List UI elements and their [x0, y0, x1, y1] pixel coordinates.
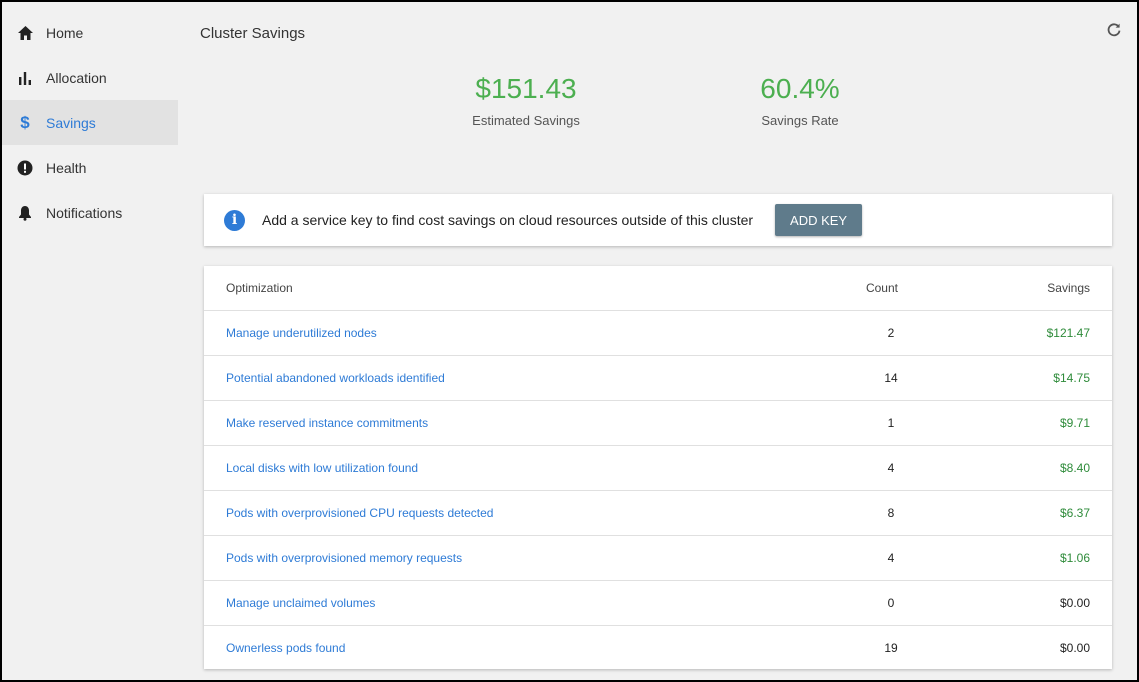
bar-chart-icon — [16, 69, 34, 87]
bell-icon — [16, 204, 34, 222]
sidebar: Home Allocation $ Savings Health Notific… — [2, 2, 178, 680]
info-icon: i — [224, 209, 245, 231]
app-window: Home Allocation $ Savings Health Notific… — [0, 0, 1139, 682]
estimated-savings-label: Estimated Savings — [472, 113, 580, 128]
column-header-savings[interactable]: Savings — [898, 266, 1112, 311]
sidebar-item-notifications[interactable]: Notifications — [2, 190, 178, 235]
count-cell: 0 — [676, 580, 898, 626]
savings-cell: $6.37 — [898, 490, 1112, 536]
count-cell: 8 — [676, 490, 898, 536]
table-row[interactable]: Potential abandoned workloads identified… — [204, 355, 1112, 401]
table-row[interactable]: Manage underutilized nodes 2 $121.47 — [204, 310, 1112, 356]
savings-cell: $0.00 — [898, 580, 1112, 626]
sidebar-item-health[interactable]: Health — [2, 145, 178, 190]
alert-circle-icon — [16, 159, 34, 177]
optimization-link[interactable]: Pods with overprovisioned memory request… — [204, 535, 676, 581]
count-value: 4 — [887, 461, 895, 475]
optimization-link[interactable]: Local disks with low utilization found — [204, 445, 676, 491]
optimizations-table-card: Optimization Count Savings Manage underu… — [204, 266, 1112, 669]
count-value: 4 — [887, 551, 895, 565]
sidebar-item-label: Allocation — [46, 69, 107, 86]
sidebar-item-label: Savings — [46, 114, 96, 131]
estimated-savings-stat: $151.43 Estimated Savings — [442, 73, 610, 129]
optimization-link[interactable]: Manage unclaimed volumes — [204, 580, 676, 626]
count-cell: 4 — [676, 535, 898, 581]
table-row[interactable]: Local disks with low utilization found 4… — [204, 445, 1112, 491]
optimization-link[interactable]: Make reserved instance commitments — [204, 400, 676, 446]
table-row[interactable]: Make reserved instance commitments 1 $9.… — [204, 400, 1112, 446]
refresh-icon[interactable] — [1103, 19, 1125, 41]
savings-cell: $0.00 — [1059, 641, 1090, 655]
dollar-icon: $ — [20, 112, 30, 132]
estimated-savings-value: $151.43 — [475, 73, 577, 104]
optimization-link[interactable]: Pods with overprovisioned CPU requests d… — [204, 490, 676, 536]
count-cell: 1 — [676, 400, 898, 446]
optimization-link[interactable]: Manage underutilized nodes — [204, 310, 676, 356]
count-value: 2 — [887, 326, 895, 340]
sidebar-item-label: Notifications — [46, 204, 123, 221]
table-row[interactable]: Pods with overprovisioned memory request… — [204, 535, 1112, 581]
sidebar-item-label: Home — [46, 24, 84, 41]
count-cell: 4 — [676, 445, 898, 491]
main-content: Cluster Savings $151.43 Estimated Saving… — [178, 2, 1137, 680]
count-value: 0 — [887, 596, 895, 610]
table-row[interactable]: Pods with overprovisioned CPU requests d… — [204, 490, 1112, 536]
sidebar-item-savings[interactable]: $ Savings — [2, 100, 178, 145]
savings-cell: $14.75 — [898, 355, 1112, 401]
count-cell: 19 — [676, 626, 898, 671]
table-row[interactable]: Ownerless pods found 19 $0.00 — [204, 626, 1112, 671]
savings-cell: $9.71 — [898, 400, 1112, 446]
savings-cell: $121.47 — [898, 310, 1112, 356]
sidebar-item-allocation[interactable]: Allocation — [2, 55, 178, 100]
savings-rate-value: 60.4% — [760, 73, 840, 104]
count-value: 14 — [884, 371, 898, 385]
column-header-optimization[interactable]: Optimization — [204, 266, 676, 311]
savings-cell: $8.40 — [898, 445, 1112, 491]
savings-cell: $1.06 — [898, 535, 1112, 581]
service-key-banner: i Add a service key to find cost savings… — [204, 194, 1112, 246]
optimization-link[interactable]: Ownerless pods found — [204, 626, 676, 671]
savings-rate-label: Savings Rate — [761, 113, 839, 128]
banner-text: Add a service key to find cost savings o… — [262, 212, 754, 228]
home-icon — [16, 24, 34, 42]
count-cell: 2 — [676, 310, 898, 356]
optimizations-table: Optimization Count Savings Manage underu… — [204, 266, 1112, 670]
count-value: 1 — [887, 416, 895, 430]
column-header-count[interactable]: Count — [676, 266, 898, 311]
count-cell: 14 — [676, 355, 898, 401]
count-value: 19 — [884, 641, 898, 655]
sidebar-item-label: Health — [46, 159, 87, 176]
add-key-button[interactable]: ADD KEY — [775, 204, 863, 236]
count-value: 8 — [887, 506, 895, 520]
table-row[interactable]: Manage unclaimed volumes 0 $0.00 — [204, 580, 1112, 626]
sidebar-item-home[interactable]: Home — [2, 10, 178, 55]
savings-rate-stat: 60.4% Savings Rate — [730, 73, 870, 129]
optimization-link[interactable]: Potential abandoned workloads identified — [204, 355, 676, 401]
page-title: Cluster Savings — [200, 25, 306, 42]
table-header-row: Optimization Count Savings — [204, 266, 1112, 311]
